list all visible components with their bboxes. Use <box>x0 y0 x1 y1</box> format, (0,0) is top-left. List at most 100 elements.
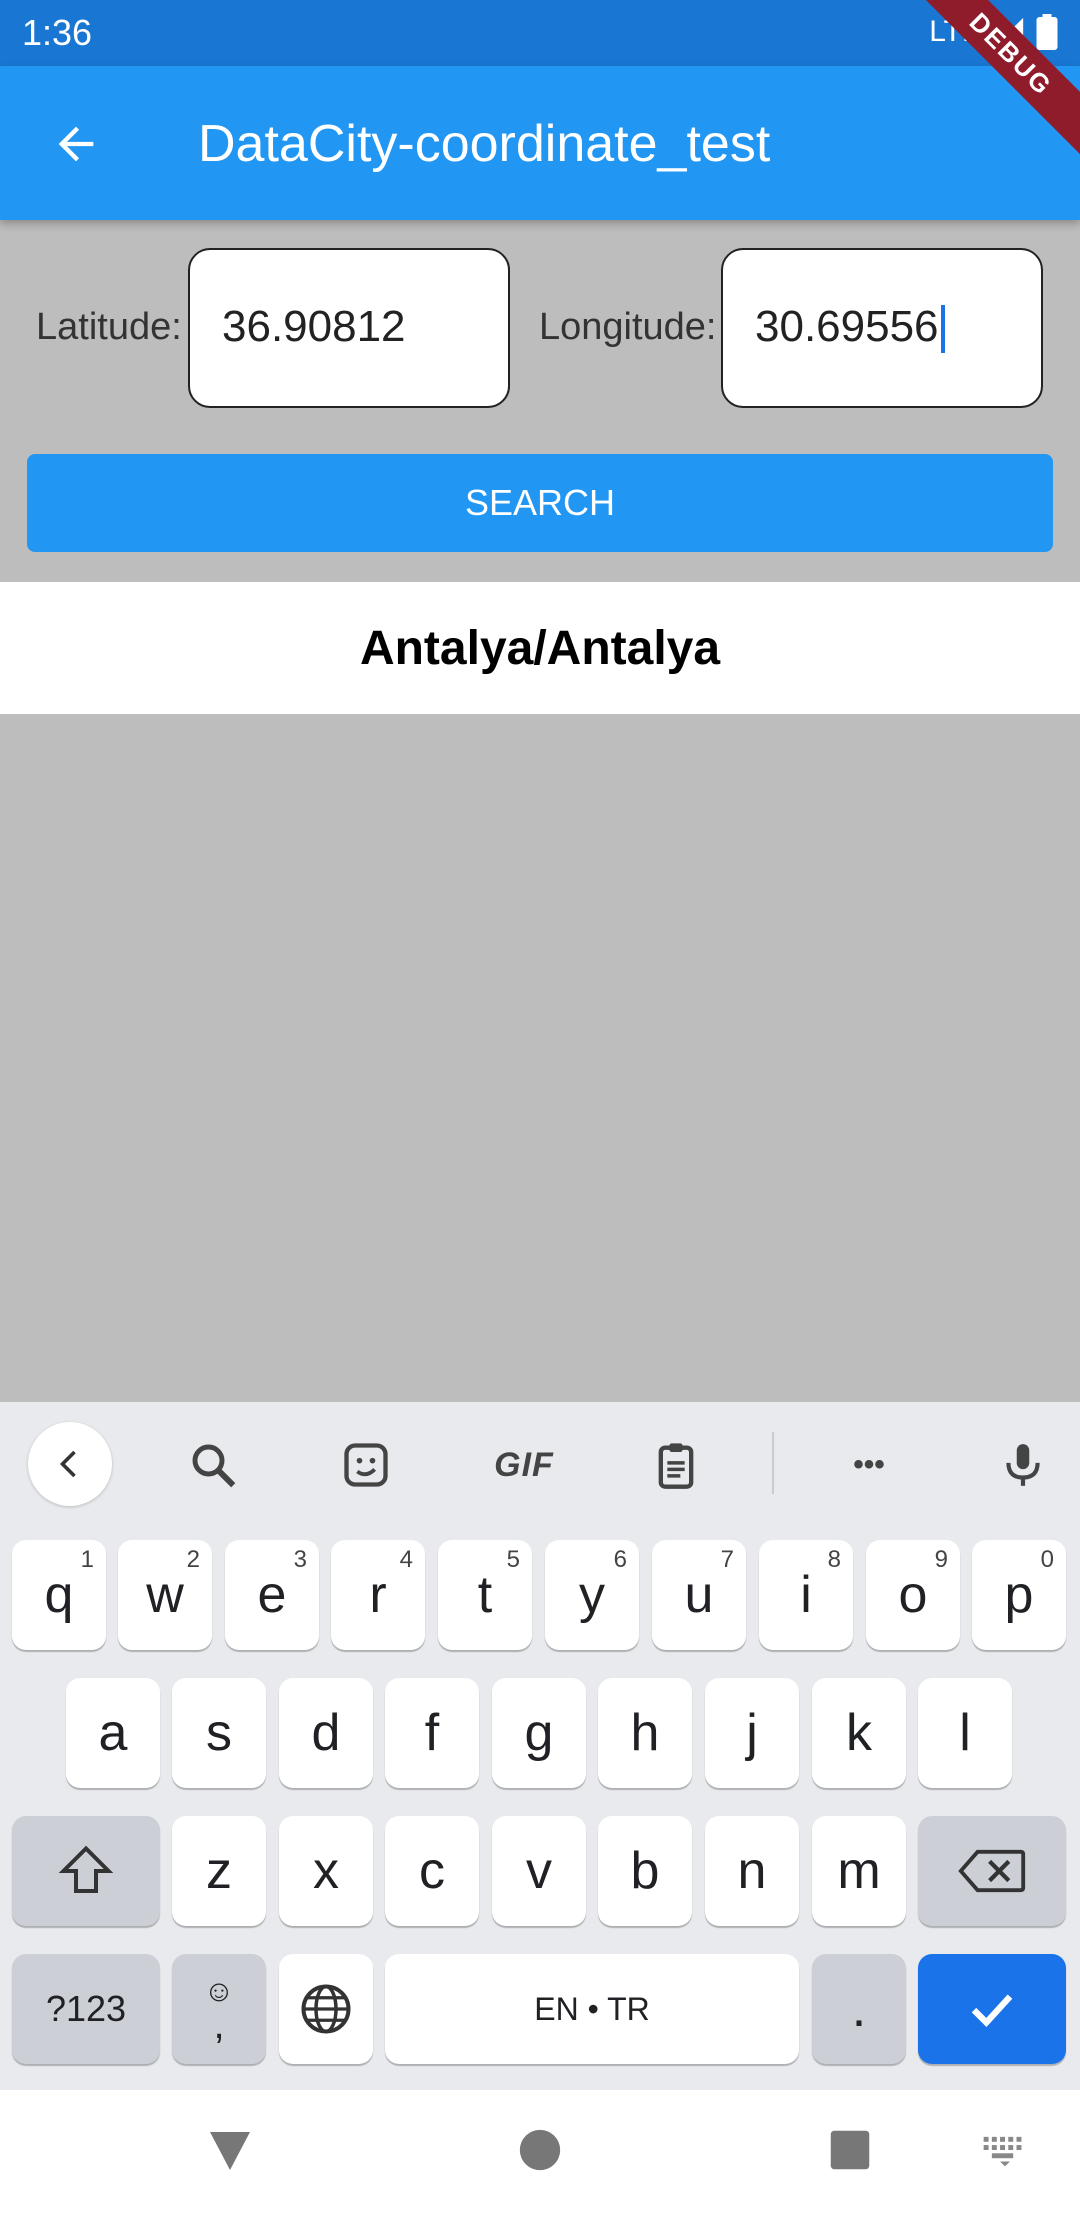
back-button[interactable] <box>36 108 116 180</box>
key-o[interactable]: o9 <box>866 1540 960 1650</box>
key-label: y <box>579 1566 605 1624</box>
key-t[interactable]: t5 <box>438 1540 532 1650</box>
shift-key[interactable] <box>12 1816 160 1926</box>
key-y[interactable]: y6 <box>545 1540 639 1650</box>
key-label: r <box>369 1566 387 1624</box>
soft-keyboard: GIF ••• q1 w2 e3 r4 t5 y6 u7 i8 o9 p0 a … <box>0 1402 1080 2090</box>
shift-icon <box>58 1845 114 1893</box>
latitude-label: Latitude: <box>36 306 182 348</box>
key-label: u <box>684 1566 714 1624</box>
navigation-bar <box>0 2090 1080 2220</box>
longitude-label: Longitude: <box>539 306 717 348</box>
key-e[interactable]: e3 <box>225 1540 319 1650</box>
gif-button[interactable]: GIF <box>484 1430 564 1500</box>
key-a[interactable]: a <box>66 1678 160 1788</box>
toolbar-collapse-button[interactable] <box>28 1422 112 1506</box>
status-bar: 1:36 LTE <box>0 0 1080 66</box>
key-d[interactable]: d <box>279 1678 373 1788</box>
nav-home-icon <box>519 2129 561 2171</box>
key-h[interactable]: h <box>598 1678 692 1788</box>
key-label: e <box>257 1566 287 1624</box>
key-hint: 5 <box>506 1546 520 1573</box>
signal-icon <box>994 17 1024 47</box>
key-label: o <box>898 1566 928 1624</box>
key-s[interactable]: s <box>172 1678 266 1788</box>
sticker-icon <box>344 1443 388 1487</box>
nav-home-button[interactable] <box>510 2120 570 2180</box>
longitude-input[interactable]: 30.69556 <box>721 248 1043 408</box>
key-w[interactable]: w2 <box>118 1540 212 1650</box>
nav-recents-icon <box>830 2130 870 2170</box>
key-r[interactable]: r4 <box>331 1540 425 1650</box>
search-button[interactable]: SEARCH <box>27 454 1053 552</box>
key-x[interactable]: x <box>279 1816 373 1926</box>
key-label: w <box>146 1566 184 1624</box>
sticker-button[interactable] <box>331 1430 401 1500</box>
enter-key[interactable] <box>918 1954 1066 2064</box>
key-label: q <box>44 1566 74 1624</box>
key-u[interactable]: u7 <box>652 1540 746 1650</box>
toolbar-divider <box>772 1432 774 1494</box>
app-bar: DataCity-coordinate_test <box>0 66 1080 220</box>
clipboard-icon <box>658 1443 694 1489</box>
emoji-comma-key[interactable]: ☺ , <box>172 1954 266 2064</box>
space-key[interactable]: EN • TR <box>385 1954 799 2064</box>
key-label: i <box>800 1566 812 1624</box>
key-c[interactable]: c <box>385 1816 479 1926</box>
key-l[interactable]: l <box>918 1678 1012 1788</box>
symbols-key[interactable]: ?123 <box>12 1954 160 2064</box>
voice-input-button[interactable] <box>988 1430 1058 1500</box>
nav-back-icon <box>210 2132 250 2170</box>
key-hint: 4 <box>399 1546 413 1573</box>
key-k[interactable]: k <box>812 1678 906 1788</box>
result-text: Antalya/Antalya <box>0 582 1080 714</box>
search-icon <box>192 1444 236 1488</box>
key-m[interactable]: m <box>812 1816 906 1926</box>
key-f[interactable]: f <box>385 1678 479 1788</box>
keyboard-icon <box>983 2136 1022 2167</box>
more-icon: ••• <box>853 1448 885 1481</box>
keyboard-search-button[interactable] <box>178 1430 248 1500</box>
language-key[interactable] <box>279 1954 373 2064</box>
period-key[interactable]: . <box>812 1954 906 2064</box>
backspace-key[interactable] <box>918 1816 1066 1926</box>
key-v[interactable]: v <box>492 1816 586 1926</box>
longitude-value: 30.69556 <box>755 302 939 351</box>
battery-icon <box>1036 14 1058 50</box>
key-hint: 9 <box>934 1546 948 1573</box>
nav-back-button[interactable] <box>200 2120 260 2180</box>
chevron-left-icon <box>59 1450 76 1478</box>
key-b[interactable]: b <box>598 1816 692 1926</box>
key-n[interactable]: n <box>705 1816 799 1926</box>
latitude-input[interactable]: 36.90812 <box>188 248 510 408</box>
key-hint: 0 <box>1040 1546 1054 1573</box>
keyboard-toolbar: GIF ••• <box>0 1402 1080 1526</box>
gif-label: GIF <box>494 1445 554 1484</box>
globe-icon <box>301 1984 351 2034</box>
key-z[interactable]: z <box>172 1816 266 1926</box>
key-p[interactable]: p0 <box>972 1540 1066 1650</box>
arrow-back-icon <box>58 126 94 162</box>
key-label: p <box>1004 1566 1034 1624</box>
text-caret <box>940 305 945 354</box>
network-type: LTE <box>929 15 982 48</box>
key-i[interactable]: i8 <box>759 1540 853 1650</box>
key-j[interactable]: j <box>705 1678 799 1788</box>
key-hint: 2 <box>186 1546 200 1573</box>
backspace-icon <box>958 1849 1026 1893</box>
clipboard-button[interactable] <box>641 1430 711 1500</box>
comma-label: , <box>213 2003 225 2047</box>
key-hint: 1 <box>80 1546 94 1573</box>
keyboard-switch-button[interactable] <box>975 2120 1035 2180</box>
check-icon <box>971 1994 1013 2028</box>
nav-recents-button[interactable] <box>820 2120 880 2180</box>
key-label: t <box>477 1566 493 1624</box>
more-button[interactable]: ••• <box>834 1430 904 1500</box>
key-q[interactable]: q1 <box>12 1540 106 1650</box>
latitude-value: 36.90812 <box>222 302 406 351</box>
status-time: 1:36 <box>22 12 93 53</box>
key-hint: 8 <box>827 1546 841 1573</box>
key-g[interactable]: g <box>492 1678 586 1788</box>
page-title: DataCity-coordinate_test <box>198 115 771 173</box>
key-hint: 6 <box>613 1546 627 1573</box>
